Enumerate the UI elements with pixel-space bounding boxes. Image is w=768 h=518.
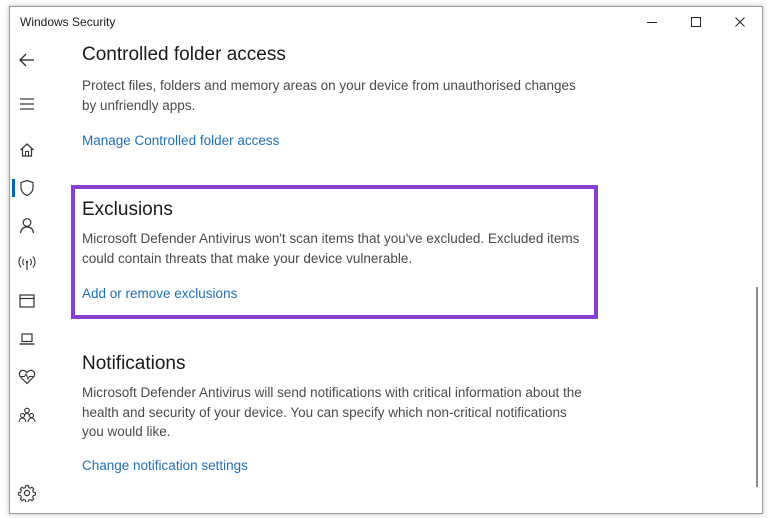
controlled-folder-access-section: Controlled folder access Protect files, … xyxy=(82,42,582,150)
windows-security-window: Windows Security Controlled folder acces… xyxy=(9,6,763,514)
nav-settings[interactable] xyxy=(10,478,44,508)
minimize-button[interactable] xyxy=(630,7,674,37)
gear-icon xyxy=(18,484,36,502)
manage-controlled-folder-access-link[interactable]: Manage Controlled folder access xyxy=(82,133,279,148)
hamburger-menu-icon xyxy=(20,98,34,110)
device-laptop-icon xyxy=(19,333,35,345)
back-arrow-icon xyxy=(19,53,34,67)
sidebar xyxy=(10,37,44,513)
notifications-section: Notifications Microsoft Defender Antivir… xyxy=(82,351,582,475)
section-heading: Notifications xyxy=(82,353,186,374)
main-content: Controlled folder access Protect files, … xyxy=(44,37,750,513)
nav-app-browser-control[interactable] xyxy=(10,286,44,316)
scrollbar[interactable] xyxy=(750,37,762,513)
nav-firewall-network[interactable] xyxy=(10,248,44,278)
section-description: Protect files, folders and memory areas … xyxy=(82,78,576,113)
section-description: Microsoft Defender Antivirus will send n… xyxy=(82,385,582,439)
close-icon xyxy=(735,17,745,27)
nav-virus-protection[interactable] xyxy=(10,173,44,203)
exclusions-section: Exclusions Microsoft Defender Antivirus … xyxy=(82,197,582,303)
back-button[interactable] xyxy=(10,45,44,75)
change-notification-settings-link[interactable]: Change notification settings xyxy=(82,458,248,473)
family-icon xyxy=(18,407,36,423)
nav-device-performance-health[interactable] xyxy=(10,362,44,392)
window-title: Windows Security xyxy=(20,15,116,29)
maximize-button[interactable] xyxy=(674,7,718,37)
person-icon xyxy=(19,217,35,233)
scrollbar-thumb[interactable] xyxy=(756,287,758,487)
minimize-icon xyxy=(647,22,657,23)
menu-button[interactable] xyxy=(10,89,44,119)
heart-health-icon xyxy=(18,369,36,385)
nav-home[interactable] xyxy=(10,135,44,165)
home-icon xyxy=(20,143,34,157)
section-description: Microsoft Defender Antivirus won't scan … xyxy=(82,231,580,266)
nav-account-protection[interactable] xyxy=(10,210,44,240)
section-heading: Controlled folder access xyxy=(82,44,286,65)
title-bar[interactable]: Windows Security xyxy=(10,7,762,37)
nav-family-options[interactable] xyxy=(10,400,44,430)
close-button[interactable] xyxy=(718,7,762,37)
shield-icon xyxy=(20,179,34,197)
nav-device-security[interactable] xyxy=(10,324,44,354)
add-or-remove-exclusions-link[interactable]: Add or remove exclusions xyxy=(82,286,237,301)
section-heading: Exclusions xyxy=(82,199,173,220)
maximize-icon xyxy=(691,17,701,27)
network-wifi-icon xyxy=(18,256,36,270)
app-browser-control-icon xyxy=(19,294,35,308)
